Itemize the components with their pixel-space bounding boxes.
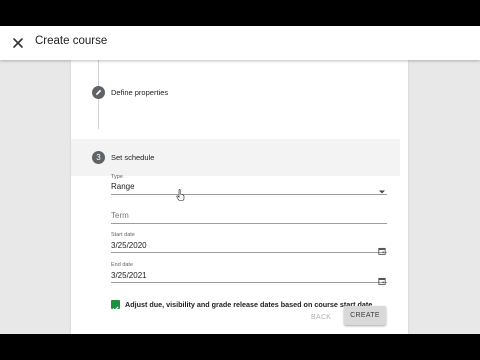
create-button[interactable]: CREATE [344,306,386,325]
close-icon[interactable] [10,35,26,51]
step-label: Define properties [111,88,169,97]
type-select[interactable]: Type Range [111,173,387,195]
type-label: Type [111,174,123,180]
page-title: Create course [35,35,108,47]
calendar-icon[interactable] [378,242,386,255]
end-date-value: 3/25/2021 [111,271,147,280]
dropdown-arrow-icon [378,183,386,194]
back-button[interactable]: BACK [311,314,331,321]
end-date-field[interactable]: End date 3/25/2021 [111,262,387,285]
hand-pointer-icon [176,188,185,201]
step-completed-marker [92,86,105,99]
app-screen: Create course Define properties 3 Set sc… [0,26,480,334]
term-placeholder: Term [111,211,129,220]
step-number-marker: 3 [92,151,105,164]
start-date-field[interactable]: Start date 3/25/2020 [111,232,387,255]
start-date-label: Start date [111,232,135,238]
step-label: Set schedule [111,153,155,162]
type-value: Range [111,182,135,191]
step-set-schedule[interactable]: 3 Set schedule [71,139,400,176]
step-define-properties[interactable]: Define properties [71,77,400,109]
pencil-icon [96,89,102,95]
app-bar: Create course [0,26,480,60]
checkmark-icon [112,306,119,312]
calendar-icon[interactable] [378,272,386,285]
end-date-label: End date [111,262,134,268]
adjust-dates-checkbox[interactable] [111,300,120,312]
adjust-dates-label: Adjust due, visibility and grade release… [125,300,373,309]
term-field[interactable]: Term [111,206,387,224]
start-date-value: 3/25/2020 [111,241,147,250]
create-course-card: Define properties 3 Set schedule Type Ra… [71,60,408,334]
